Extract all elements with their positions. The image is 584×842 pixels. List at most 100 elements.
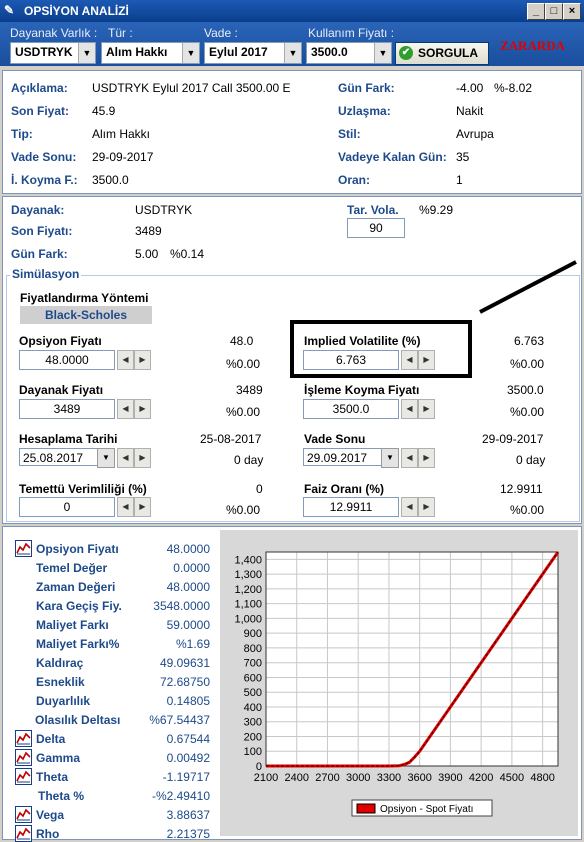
implied-vol-input[interactable]: 6.763 [303, 350, 399, 370]
underlying-price-pct: %0.00 [226, 405, 261, 419]
decrement-icon[interactable]: ◀ [401, 497, 418, 517]
maximize-button[interactable]: □ [545, 3, 563, 20]
increment-icon[interactable]: ▶ [418, 350, 435, 370]
increment-icon[interactable]: ▶ [418, 497, 435, 517]
type-label: Tür : [108, 26, 133, 40]
underlying-price-input[interactable]: 3489 [19, 399, 115, 419]
decrement-icon[interactable]: ◀ [117, 350, 134, 370]
query-button[interactable]: ✔ SORGULA [395, 42, 489, 65]
increment-icon[interactable]: ▶ [418, 399, 435, 419]
chart-toggle-icon[interactable] [15, 825, 32, 842]
strike-info-value: 3500.0 [92, 173, 129, 187]
legend-swatch [356, 803, 376, 814]
y-tick-label: 600 [244, 672, 262, 684]
strike-info-label: İ. Koyma F.: [11, 173, 78, 187]
decrement-icon[interactable]: ◀ [401, 399, 418, 419]
decrement-icon[interactable]: ◀ [401, 448, 418, 468]
chart-area: 0 100 200 300 400 500 600 700 800 900 1,000 1,100 1,… [220, 530, 578, 836]
calendar-dropdown-icon[interactable]: ▼ [381, 448, 399, 468]
type-select[interactable]: Alım Hakkı ▼ [101, 42, 200, 64]
result-label: Temel Değer [36, 561, 108, 575]
result-label: Esneklik [36, 675, 85, 689]
decrement-icon[interactable]: ◀ [117, 497, 134, 517]
chevron-down-icon[interactable]: ▼ [78, 43, 95, 63]
option-price-input[interactable]: 48.0000 [19, 350, 115, 370]
increment-icon[interactable]: ▶ [134, 399, 151, 419]
increment-icon[interactable]: ▶ [134, 350, 151, 370]
result-label: Opsiyon Fiyatı [36, 542, 119, 556]
chevron-down-icon[interactable]: ▼ [374, 43, 391, 63]
hist-vol-input[interactable]: 90 [347, 218, 405, 238]
calendar-dropdown-icon[interactable]: ▼ [97, 448, 115, 468]
implied-vol-label: Implied Volatilite (%) [304, 334, 421, 348]
y-tick-label: 200 [244, 731, 262, 743]
pricing-method-button[interactable]: Black-Scholes [20, 306, 152, 324]
implied-vol-spinner[interactable]: 6.763 ◀ ▶ [303, 350, 435, 370]
check-icon: ✔ [399, 46, 413, 60]
daychange-value: -4.00 [456, 81, 484, 95]
implied-vol-pct: %0.00 [510, 357, 545, 371]
x-tick-label: 4800 [530, 772, 554, 784]
underlying-price-ref: 3489 [236, 383, 263, 397]
y-tick-label: 900 [244, 628, 262, 640]
chevron-down-icon[interactable]: ▼ [284, 43, 301, 63]
chart-toggle-icon[interactable] [15, 730, 32, 747]
close-button[interactable]: × [563, 3, 581, 20]
decrement-icon[interactable]: ◀ [117, 448, 134, 468]
calc-date-picker[interactable]: 25.08.2017 ▼ ◀ ▶ [19, 448, 151, 468]
y-tick-label: 300 [244, 717, 262, 729]
plot-background [265, 551, 559, 767]
chart-toggle-icon[interactable] [15, 806, 32, 823]
result-label: Olasılık Deltası [35, 713, 121, 727]
chart-toggle-icon[interactable] [15, 749, 32, 766]
result-value: 0.00492 [166, 751, 210, 765]
increment-icon[interactable]: ▶ [134, 448, 151, 468]
interest-spinner[interactable]: 12.9911 ◀ ▶ [303, 497, 435, 517]
payoff-chart: 01002003004005006007008009001,0001,1001,… [234, 551, 560, 817]
strike-price-spinner[interactable]: 3500.0 ◀ ▶ [303, 399, 435, 419]
strike-select[interactable]: 3500.0 ▼ [306, 42, 392, 64]
hist-vol-label: Tar. Vola. [347, 203, 399, 217]
strike-select-value: 3500.0 [311, 45, 348, 59]
last-label: Son Fiyat: [11, 104, 70, 118]
calc-date-pct: 0 day [234, 453, 264, 467]
x-tick-label: 4200 [469, 772, 493, 784]
increment-icon[interactable]: ▶ [418, 448, 435, 468]
chevron-down-icon[interactable]: ▼ [182, 43, 199, 63]
chart-toggle-icon[interactable] [15, 768, 32, 785]
underlying-name-value: USDTRYK [135, 203, 193, 217]
option-price-spinner[interactable]: 48.0000 ◀ ▶ [19, 350, 151, 370]
dividend-spinner[interactable]: 0 ◀ ▶ [19, 497, 151, 517]
result-value: -%2.49410 [151, 789, 210, 803]
decrement-icon[interactable]: ◀ [117, 399, 134, 419]
strike-price-pct: %0.00 [510, 405, 545, 419]
type-info-value: Alım Hakkı [92, 127, 151, 141]
underlying-price-spinner[interactable]: 3489 ◀ ▶ [19, 399, 151, 419]
expiry-select[interactable]: Eylul 2017 ▼ [204, 42, 302, 64]
calc-date-label: Hesaplama Tarihi [19, 432, 118, 446]
interest-input[interactable]: 12.9911 [303, 497, 399, 517]
strike-price-input[interactable]: 3500.0 [303, 399, 399, 419]
result-value: 0.67544 [166, 732, 210, 746]
minimize-button[interactable]: _ [527, 3, 545, 20]
hist-vol-input-value[interactable]: 90 [347, 218, 405, 238]
type-select-value: Alım Hakkı [106, 45, 168, 59]
legend-label: Opsiyon - Spot Fiyatı [380, 804, 473, 815]
result-value: %1.69 [175, 637, 210, 651]
increment-icon[interactable]: ▶ [134, 497, 151, 517]
underlying-change-label: Gün Fark: [11, 247, 68, 261]
underlying-change-pct: %0.14 [170, 247, 205, 261]
expiry-date-picker[interactable]: 29.09.2017 ▼ ◀ ▶ [303, 448, 435, 468]
expiry-date-ref: 29-09-2017 [482, 432, 544, 446]
decrement-icon[interactable]: ◀ [401, 350, 418, 370]
result-value: -1.19717 [162, 770, 210, 784]
result-label: Maliyet Farkı% [36, 637, 120, 651]
chart-toggle-icon[interactable] [15, 540, 32, 557]
underlying-select[interactable]: USDTRYK ▼ [10, 42, 96, 64]
simulation-title: Simülasyon [10, 267, 82, 281]
dividend-input[interactable]: 0 [19, 497, 115, 517]
days-left-label: Vadeye Kalan Gün: [338, 150, 447, 164]
result-label: Maliyet Farkı [36, 618, 109, 632]
annotation-arrow [479, 260, 577, 314]
expiry-info-value: 29-09-2017 [92, 150, 154, 164]
